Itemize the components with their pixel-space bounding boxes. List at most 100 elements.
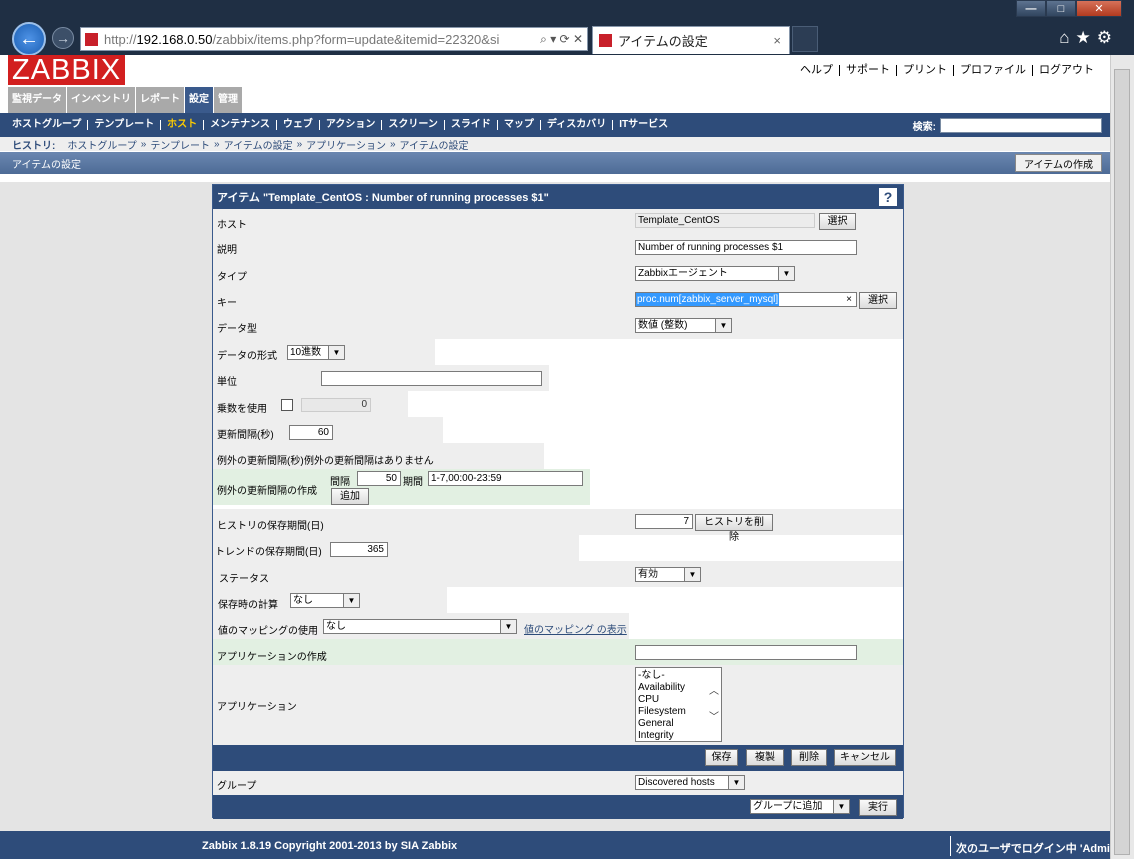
print-link[interactable]: プリント xyxy=(896,65,953,76)
row-type: タイプ Zabbixエージェント ▼ xyxy=(213,261,903,287)
chevron-down-icon: ▼ xyxy=(500,620,516,633)
trends-input[interactable]: 365 xyxy=(330,542,388,557)
chevron-up-icon[interactable]: ︿ xyxy=(709,686,719,698)
profile-link[interactable]: プロファイル xyxy=(953,65,1032,76)
multiplier-checkbox[interactable] xyxy=(281,399,293,411)
close-window-button[interactable]: ✕ xyxy=(1076,0,1122,17)
history-item-hostgroups[interactable]: ホストグループ xyxy=(67,137,136,152)
go-button[interactable]: 実行 xyxy=(859,799,897,816)
chevron-down-icon[interactable]: ﹀ xyxy=(709,712,719,724)
home-icon[interactable]: ⌂ xyxy=(1059,28,1075,47)
window-controls: — □ ✕ xyxy=(1016,0,1122,17)
description-input[interactable] xyxy=(635,240,857,255)
minimize-button[interactable]: — xyxy=(1016,0,1046,17)
chevron-down-icon: ▼ xyxy=(343,594,359,607)
search-input[interactable] xyxy=(940,117,1102,133)
delete-button[interactable]: 削除 xyxy=(791,749,827,766)
status-label: ステータス xyxy=(219,574,269,585)
row-flex: 例外の更新間隔(秒) 例外の更新間隔はありません xyxy=(213,443,903,469)
status-select[interactable]: 有効 ▼ xyxy=(635,567,701,582)
tools-gear-icon[interactable]: ⚙ xyxy=(1097,28,1118,47)
group-select[interactable]: Discovered hosts ▼ xyxy=(635,775,745,790)
row-format: データの形式 10進数 ▼ xyxy=(213,339,903,365)
scrollbar-thumb[interactable] xyxy=(1114,69,1130,855)
history-item-item-config-2[interactable]: アイテムの設定 xyxy=(400,137,469,152)
help-link[interactable]: ヘルプ xyxy=(794,65,839,76)
subnav-discovery[interactable]: ディスカバリ xyxy=(539,120,612,130)
format-label: データの形式 xyxy=(217,351,277,362)
zabbix-logo[interactable]: ZABBIX xyxy=(8,55,126,85)
history-item-item-config[interactable]: アイテムの設定 xyxy=(224,137,293,152)
type-select[interactable]: Zabbixエージェント ▼ xyxy=(635,266,795,281)
flex-period-input[interactable] xyxy=(428,471,583,486)
logout-link[interactable]: ログアウト xyxy=(1032,65,1100,76)
subnav-templates[interactable]: テンプレート xyxy=(87,120,160,130)
tab-administration[interactable]: 管理 xyxy=(214,87,242,113)
delta-select[interactable]: なし ▼ xyxy=(290,593,360,608)
page-scrollbar[interactable] xyxy=(1110,55,1134,859)
history-keep-input[interactable]: 7 xyxy=(635,514,693,529)
row-key: キー proc.num[zabbix_server_mysql] × 選択 xyxy=(213,287,903,313)
tab-monitoring[interactable]: 監視データ xyxy=(8,87,66,113)
key-value: proc.num[zabbix_server_mysql] xyxy=(636,293,780,306)
host-select-button[interactable]: 選択 xyxy=(819,213,856,230)
subnav-maintenance[interactable]: メンテナンス xyxy=(203,120,276,130)
subnav-hosts[interactable]: ホスト xyxy=(160,120,203,130)
key-select-button[interactable]: 選択 xyxy=(859,292,897,309)
unit-input[interactable] xyxy=(321,371,542,386)
history-label: ヒストリ: xyxy=(12,140,56,152)
tab-inventory[interactable]: インベントリ xyxy=(67,87,135,113)
history-sep: » xyxy=(214,138,220,150)
form-title: アイテム "Template_CentOS : Number of runnin… xyxy=(217,192,549,204)
group-action-select[interactable]: グループに追加 ▼ xyxy=(750,799,850,814)
item-form: アイテム "Template_CentOS : Number of runnin… xyxy=(212,184,904,819)
history-item-applications[interactable]: アプリケーション xyxy=(306,137,386,152)
page-title-bar: アイテムの設定 アイテムの作成 xyxy=(0,152,1110,174)
history-keep-label: ヒストリの保存期間(日) xyxy=(217,521,324,532)
tab-configuration[interactable]: 設定 xyxy=(185,87,213,113)
applications-listbox[interactable]: -なし- Availability CPU Filesystem General… xyxy=(635,667,722,742)
subnav-itservices[interactable]: ITサービス xyxy=(612,120,674,130)
datatype-select[interactable]: 数値 (整数) ▼ xyxy=(635,318,732,333)
interval-input[interactable]: 60 xyxy=(289,425,333,440)
search-label: 検索: xyxy=(912,121,936,133)
valuemap-link[interactable]: 値のマッピング の表示 xyxy=(524,621,627,636)
row-flex-create: 例外の更新間隔の作成 間隔 50 期間 追加 xyxy=(213,469,903,509)
address-tools-icon[interactable]: ⌕ ▾ ⟳ ✕ xyxy=(536,31,587,47)
tab-close-icon[interactable]: × xyxy=(773,33,781,48)
flex-add-button[interactable]: 追加 xyxy=(331,488,369,505)
subnav-slides[interactable]: スライド xyxy=(443,120,497,130)
address-bar[interactable]: http://192.168.0.50/zabbix/items.php?for… xyxy=(80,27,588,51)
format-select[interactable]: 10進数 ▼ xyxy=(287,345,345,360)
favorites-star-icon[interactable]: ★ xyxy=(1076,28,1097,47)
new-application-input[interactable] xyxy=(635,645,857,660)
subnav-screens[interactable]: スクリーン xyxy=(381,120,444,130)
history-sep: » xyxy=(389,138,396,150)
maximize-button[interactable]: □ xyxy=(1046,0,1076,17)
tab-reports[interactable]: レポート xyxy=(136,87,184,113)
clear-history-button[interactable]: ヒストリを削除 xyxy=(695,514,773,543)
trends-label: トレンドの保存期間(日) xyxy=(215,547,322,558)
back-arrow-icon[interactable]: ← xyxy=(12,22,46,56)
clear-icon[interactable]: × xyxy=(846,293,852,306)
subnav-hostgroups[interactable]: ホストグループ xyxy=(12,120,87,130)
top-links: ヘルプ サポート プリント プロファイル ログアウト xyxy=(794,65,1100,76)
forward-arrow-icon[interactable]: → xyxy=(52,27,74,49)
subnav-actions[interactable]: アクション xyxy=(318,120,382,130)
key-input[interactable]: proc.num[zabbix_server_mysql] × xyxy=(635,292,857,307)
browser-tab[interactable]: アイテムの設定 × xyxy=(592,26,790,54)
history-item-templates[interactable]: テンプレート xyxy=(150,137,210,152)
clone-button[interactable]: 複製 xyxy=(746,749,784,766)
valuemap-select[interactable]: なし ▼ xyxy=(323,619,517,634)
support-link[interactable]: サポート xyxy=(839,65,896,76)
cancel-button[interactable]: キャンセル xyxy=(834,749,896,766)
save-button[interactable]: 保存 xyxy=(705,749,738,766)
subnav-web[interactable]: ウェブ xyxy=(275,120,319,130)
create-item-button[interactable]: アイテムの作成 xyxy=(1015,154,1102,172)
help-icon[interactable]: ? xyxy=(878,187,898,207)
flex-delay-input[interactable]: 50 xyxy=(357,471,401,486)
new-tab-button[interactable] xyxy=(792,26,818,52)
zabbix-favicon-icon xyxy=(85,32,98,46)
subnav-maps[interactable]: マップ xyxy=(496,120,540,130)
listbox-scroll[interactable]: ︿ ﹀ xyxy=(707,668,721,741)
